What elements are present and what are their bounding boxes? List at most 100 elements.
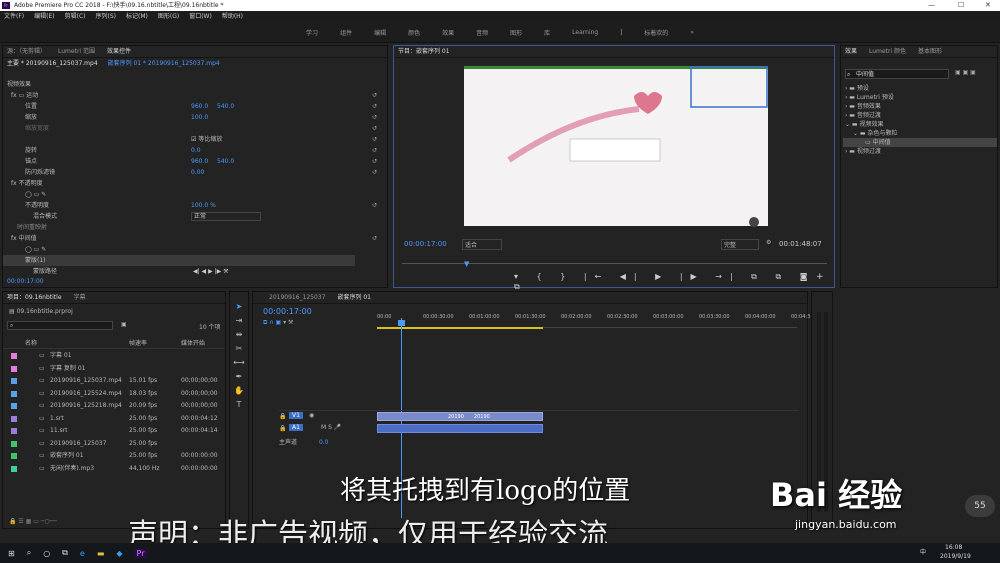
timeline-timecode[interactable]: 00:00:17:00	[263, 307, 312, 316]
mute-solo-icons[interactable]: M S 🎤	[321, 424, 341, 431]
tree-item-noise-grain[interactable]: ⌄ ▬ 杂色与颗粒	[843, 129, 997, 138]
tab-lumetri-scopes[interactable]: Lumetri 范围	[58, 46, 95, 57]
project-item[interactable]: ▭ 嵌套序列 01 25.00 fps 00:00:00:00	[3, 450, 225, 463]
tab-program[interactable]: 节目：嵌套序列 01	[398, 46, 450, 57]
flicker-value[interactable]: 0.00	[191, 167, 204, 178]
ws-library[interactable]: 库	[544, 28, 550, 37]
sequence-path[interactable]: 嵌套序列 01 * 20190916_125037.mp4	[108, 60, 220, 67]
effect-controls-time[interactable]: 00:00:17:00	[7, 278, 44, 285]
tab-source[interactable]: 源：（无剪辑）	[7, 46, 46, 57]
header-media-start[interactable]: 媒体开始	[181, 338, 205, 349]
tab-nested-sequence[interactable]: 嵌套序列 01	[337, 292, 371, 303]
tab-lumetri-color[interactable]: Lumetri 颜色	[869, 46, 906, 57]
project-item[interactable]: ▭ 20190916_125218.mp4 20.09 fps 00;00;00…	[3, 400, 225, 413]
timeline-tools[interactable]: ⧉ ∩ ▣ ▾ ⚒	[263, 319, 293, 327]
reset-icon[interactable]: ↺	[372, 134, 377, 145]
audio-clip[interactable]	[377, 424, 543, 433]
tree-item-video-transitions[interactable]: › ▬ 视频过渡	[843, 147, 997, 156]
edge-icon[interactable]: e	[80, 549, 85, 558]
rotation-value[interactable]: 0.0	[191, 145, 201, 156]
position-y[interactable]: 540.0	[217, 101, 234, 112]
track-mask-controls[interactable]: ◀| ◀ ▶ |▶ ⚒	[193, 266, 229, 277]
lock-icon[interactable]: 🔒	[279, 425, 286, 432]
anchor-y[interactable]: 540.0	[217, 156, 234, 167]
transport-controls[interactable]: ▾ { } |← ◀| ▶ |▶ →| ⧉ ⧉ ◙ ⧉	[514, 272, 834, 292]
mask-row[interactable]: 蒙版(1)	[3, 255, 355, 266]
v1-target[interactable]: V1	[289, 412, 303, 419]
reset-icon[interactable]: ↺	[372, 233, 377, 244]
slip-tool-icon[interactable]: ⟷	[230, 356, 248, 370]
project-item[interactable]: ▭ 1.srt 25.00 fps 00:00:04:12	[3, 413, 225, 426]
tree-item-audio-transitions[interactable]: › ▬ 音频过渡	[843, 111, 997, 120]
menu-file[interactable]: 文件(F)	[4, 11, 24, 22]
ws-color[interactable]: 颜色	[408, 28, 420, 37]
tree-item-presets[interactable]: › ▬ 预设	[843, 84, 997, 93]
tree-item-audio-effects[interactable]: › ▬ 音频效果	[843, 102, 997, 111]
explorer-icon[interactable]: ▬	[97, 549, 105, 558]
project-item[interactable]: ▭ 字幕 复制 01	[3, 363, 225, 376]
tab-sequence-1[interactable]: 20190916_125037	[269, 292, 325, 303]
wrench-icon[interactable]: ⚙	[766, 239, 771, 246]
reset-icon[interactable]: ↺	[372, 145, 377, 156]
clock-date[interactable]: 2019/9/19	[940, 553, 971, 560]
ws-effects[interactable]: 效果	[442, 28, 454, 37]
ellipse-mask-icon[interactable]: ◯	[25, 246, 32, 253]
cortana-icon[interactable]: ○	[43, 549, 50, 558]
project-footer-tools[interactable]: 🔒 ☰ ▦ ▭ ─○──	[9, 518, 57, 525]
video-clip[interactable]: 20190 20190	[377, 412, 543, 421]
ws-graphics[interactable]: 图形	[510, 28, 522, 37]
zoom-select[interactable]: 适合	[462, 239, 502, 250]
project-item[interactable]: ▭ 字幕 01	[3, 350, 225, 363]
menu-marker[interactable]: 标记(M)	[126, 11, 148, 22]
project-item[interactable]: ▭ 无闲(伴奏).mp3 44,100 Hz 00:00:00:00	[3, 463, 225, 476]
close-icon[interactable]: ✕	[985, 0, 991, 11]
tab-effects[interactable]: 效果	[845, 46, 857, 57]
menu-edit[interactable]: 编辑(E)	[34, 11, 54, 22]
program-scrubber[interactable]: ▼	[402, 258, 827, 268]
project-item[interactable]: ▭ 20190916_125037.mp4 15.01 fps 00;00;00…	[3, 375, 225, 388]
quality-select[interactable]: 完整	[721, 239, 759, 250]
maximize-icon[interactable]: ☐	[958, 0, 964, 11]
pen-mask-icon[interactable]: ✎	[41, 246, 46, 253]
project-search-input[interactable]: ⌕	[7, 321, 113, 330]
master-volume[interactable]: 0.0	[319, 439, 329, 446]
more-workspaces-icon[interactable]: »	[690, 29, 694, 36]
toggle-output-icon[interactable]: ◉	[309, 412, 314, 419]
tab-effect-controls[interactable]: 效果控件	[107, 46, 131, 57]
ws-audio[interactable]: 音频	[476, 28, 488, 37]
playhead-icon[interactable]: ▼	[464, 260, 469, 268]
add-button-icon[interactable]: +	[816, 272, 824, 282]
ws-learning[interactable]: Learning	[572, 29, 598, 36]
minimize-icon[interactable]: —	[928, 0, 935, 11]
opacity-section-row[interactable]: fx 不透明度	[3, 178, 383, 189]
tab-captions[interactable]: 字幕	[74, 292, 86, 303]
ws-editing[interactable]: 编辑	[374, 28, 386, 37]
reset-icon[interactable]: ↺	[372, 167, 377, 178]
opacity-value[interactable]: 100.0 %	[191, 200, 216, 211]
tree-item-video-effects[interactable]: ⌄ ▬ 视频效果	[843, 120, 997, 129]
reset-icon[interactable]: ↺	[372, 90, 377, 101]
new-bin-icon[interactable]: ▣	[121, 321, 127, 328]
ws-favorite[interactable]: 标着欢的	[644, 28, 668, 37]
a1-target[interactable]: A1	[289, 424, 303, 431]
ripple-edit-icon[interactable]: ⇹	[230, 328, 248, 342]
ellipse-mask-icon[interactable]: ◯	[25, 191, 32, 198]
ws-learn[interactable]: 学习	[306, 28, 318, 37]
razor-tool-icon[interactable]: ✂	[230, 342, 248, 356]
program-video-frame[interactable]	[464, 66, 768, 231]
ws-assembly[interactable]: 组件	[340, 28, 352, 37]
tree-item-lumetri-presets[interactable]: › ▬ Lumetri 预设	[843, 93, 997, 102]
reset-icon[interactable]: ↺	[372, 123, 377, 134]
project-item[interactable]: ▭ 20190916_125524.mp4 18.03 fps 00;00;00…	[3, 388, 225, 401]
menu-window[interactable]: 窗口(W)	[189, 11, 212, 22]
checkbox-icon[interactable]: ☑	[191, 136, 196, 143]
blend-mode-select[interactable]: 正常	[191, 212, 261, 221]
menu-clip[interactable]: 剪辑(C)	[65, 11, 86, 22]
header-name[interactable]: 名称	[25, 338, 37, 349]
start-icon[interactable]: ⊞	[8, 549, 15, 558]
clip-path[interactable]: 主要 * 20190916_125037.mp4	[7, 60, 98, 67]
pen-mask-icon[interactable]: ✎	[41, 191, 46, 198]
scale-value[interactable]: 100.0	[191, 112, 208, 123]
midtone-row[interactable]: fx 中间值 ↺	[3, 233, 383, 244]
task-view-icon[interactable]: ⧉	[62, 548, 68, 558]
